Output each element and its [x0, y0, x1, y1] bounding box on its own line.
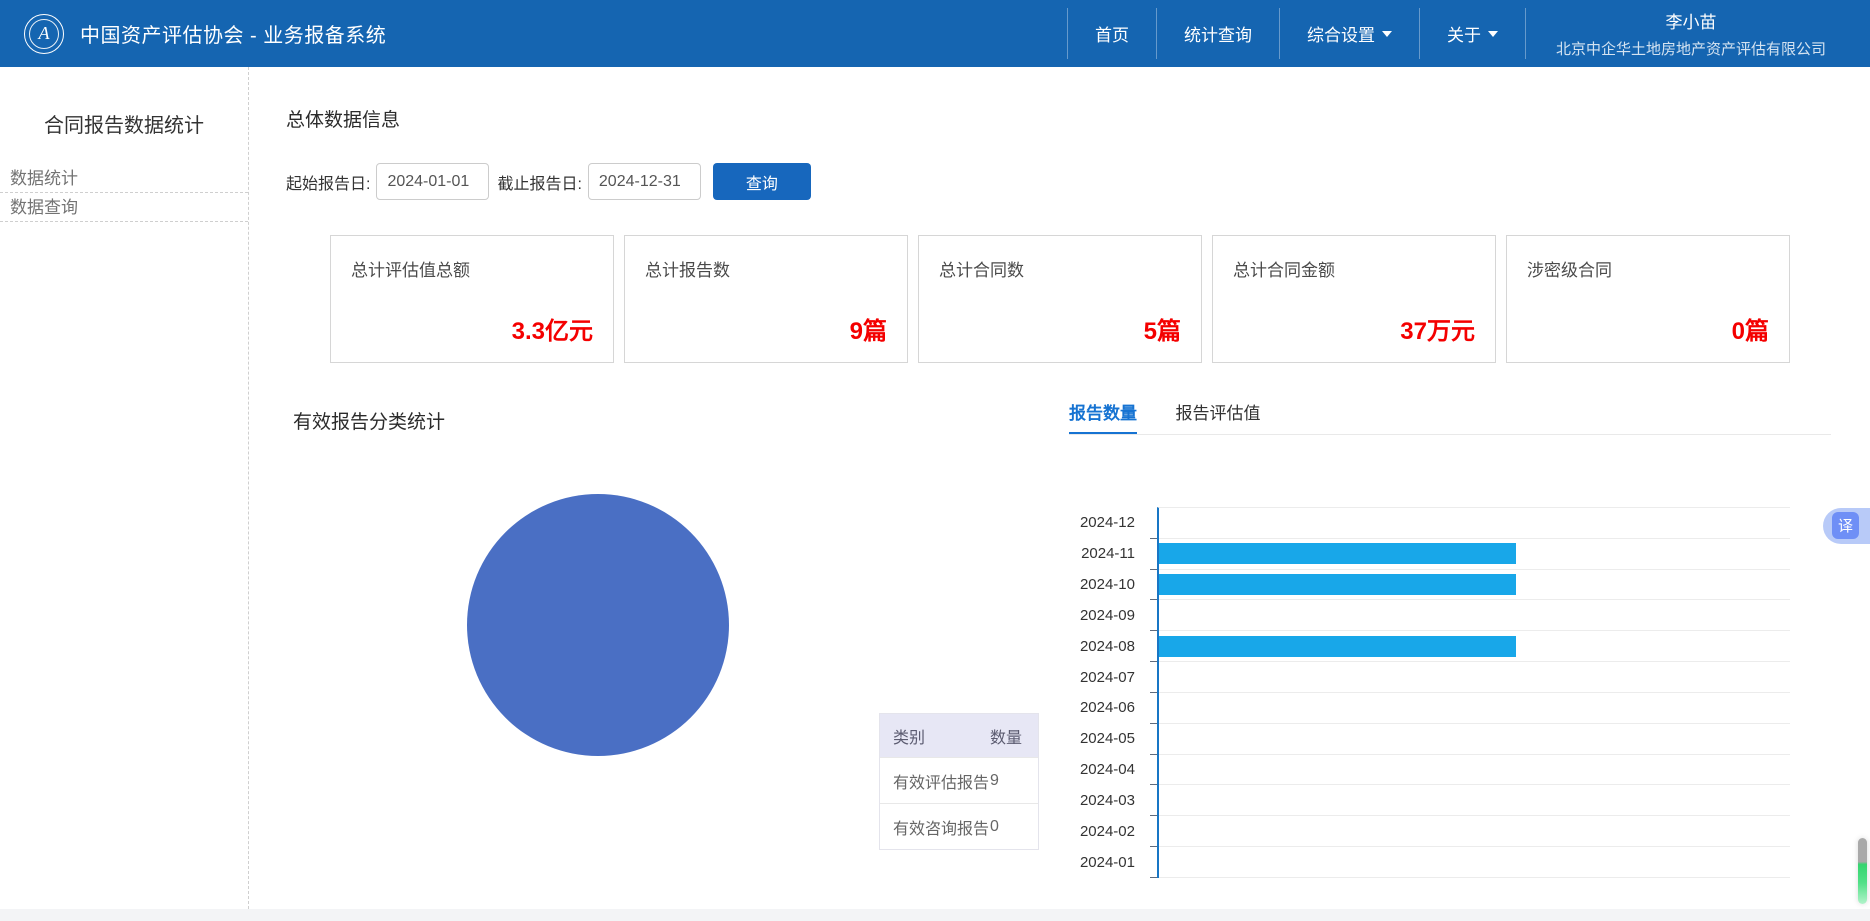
bar-category-label: 2024-03: [1079, 792, 1135, 810]
user-menu[interactable]: 李小苗 北京中企华土地房地产资产评估有限公司: [1524, 8, 1870, 59]
bar-category-label: 2024-08: [1079, 637, 1135, 655]
stat-value: 3.3亿元: [511, 318, 593, 345]
bar: [1159, 574, 1517, 596]
bar-row: [1150, 847, 1790, 878]
sidebar: 合同报告数据统计 数据统计 数据查询: [0, 67, 249, 909]
stat-value: 9篇: [849, 318, 887, 345]
caret-down-icon: [1381, 30, 1392, 37]
table-row: 有效咨询报告 0: [880, 803, 1038, 849]
tab-report-appraisal-value[interactable]: 报告评估值: [1175, 403, 1260, 434]
vertical-scrollbar-thumb[interactable]: [1858, 838, 1867, 904]
brand: A 中国资产评估协会 - 业务报备系统: [24, 13, 387, 54]
stat-card-classified-contracts: 涉密级合同 0篇: [1506, 235, 1790, 363]
nav-menu: 首页 统计查询 综合设置 关于 李小苗 北京中企华土地房地产资产评估有限公司: [1066, 8, 1870, 59]
bar-category-label: 2024-04: [1079, 761, 1135, 779]
stat-cards: 总计评估值总额 3.3亿元 总计报告数 9篇 总计合同数 5篇 总计合同金额 3…: [330, 235, 1790, 363]
translate-icon: 译: [1832, 512, 1859, 539]
nav-item-statistics-query[interactable]: 统计查询: [1155, 8, 1279, 59]
association-logo-icon: A: [24, 13, 64, 54]
bar-plot: [1150, 507, 1790, 878]
bar-category-label: 2024-05: [1079, 730, 1135, 748]
bar-row: [1150, 816, 1790, 848]
stat-card-total-appraisal-value: 总计评估值总额 3.3亿元: [330, 235, 614, 363]
date-filter-row: 起始报告日: 截止报告日: 查询: [286, 163, 811, 200]
category-table-header: 类别 数量: [880, 714, 1038, 757]
bar: [1159, 543, 1517, 565]
end-date-input[interactable]: [587, 163, 701, 200]
nav-item-general-settings[interactable]: 综合设置: [1278, 8, 1419, 59]
stat-card-total-reports: 总计报告数 9篇: [624, 235, 908, 363]
nav-item-home[interactable]: 首页: [1066, 8, 1156, 59]
nav-item-about[interactable]: 关于: [1418, 8, 1525, 59]
pie-section-heading: 有效报告分类统计: [293, 412, 446, 433]
bar-row: [1150, 662, 1790, 693]
start-date-input[interactable]: [376, 163, 490, 200]
stat-value: 5篇: [1143, 318, 1181, 345]
user-name: 李小苗: [1665, 13, 1717, 32]
start-date-label: 起始报告日:: [286, 175, 371, 193]
bar-category-label: 2024-01: [1079, 854, 1135, 872]
pie-chart-slice: [467, 494, 729, 756]
overall-data-heading: 总体数据信息: [286, 110, 401, 131]
bar-row: [1150, 600, 1790, 632]
translate-button[interactable]: 译: [1823, 508, 1870, 544]
bar-category-label: 2024-06: [1079, 699, 1135, 717]
bar-category-label: 2024-02: [1079, 823, 1135, 841]
stat-value: 37万元: [1400, 318, 1475, 345]
bar-row: [1150, 631, 1790, 663]
bar-row: [1150, 785, 1790, 817]
chart-tabs: 报告数量 报告评估值: [1069, 403, 1831, 435]
bar-row: [1150, 755, 1790, 786]
stat-card-total-contract-amount: 总计合同金额 37万元: [1212, 235, 1496, 363]
tab-report-count[interactable]: 报告数量: [1069, 403, 1137, 434]
sidebar-item-data-statistics[interactable]: 数据统计: [0, 164, 248, 193]
bar-category-label: 2024-10: [1079, 575, 1135, 593]
category-table: 类别 数量 有效评估报告 9 有效咨询报告 0: [879, 713, 1039, 850]
content-row: 合同报告数据统计 数据统计 数据查询 总体数据信息 起始报告日: 截止报告日: …: [0, 67, 1870, 909]
bar: [1159, 635, 1517, 657]
bar-row: [1150, 570, 1790, 601]
bar-row: [1150, 693, 1790, 724]
main-panel: 总体数据信息 起始报告日: 截止报告日: 查询 总计评估值总额 3.3亿元 总计…: [249, 67, 1870, 909]
app-root: A 中国资产评估协会 - 业务报备系统 首页 统计查询 综合设置 关于 李小苗 …: [0, 0, 1870, 921]
query-button[interactable]: 查询: [712, 163, 811, 200]
bar-category-label: 2024-07: [1079, 668, 1135, 686]
bar-row: [1150, 508, 1790, 539]
bar-row: [1150, 724, 1790, 755]
top-navbar: A 中国资产评估协会 - 业务报备系统 首页 统计查询 综合设置 关于 李小苗 …: [0, 0, 1870, 67]
bar-category-label: 2024-11: [1081, 544, 1135, 562]
sidebar-title: 合同报告数据统计: [44, 115, 204, 137]
stat-card-total-contracts: 总计合同数 5篇: [918, 235, 1202, 363]
bar-category-label: 2024-12: [1079, 513, 1135, 531]
bar-axis-labels: 2024-12 2024-11 2024-10 2024-09 2024-08 2024-…: [1045, 507, 1145, 878]
sidebar-item-data-query[interactable]: 数据查询: [0, 193, 248, 222]
user-company: 北京中企华土地房地产资产评估有限公司: [1555, 41, 1826, 58]
table-row: 有效评估报告 9: [880, 757, 1038, 803]
end-date-label: 截止报告日:: [497, 175, 582, 193]
stat-value: 0篇: [1731, 318, 1769, 345]
app-title: 中国资产评估协会 - 业务报备系统: [80, 25, 387, 47]
caret-down-icon: [1487, 30, 1498, 37]
bar-row: [1150, 539, 1790, 570]
bar-category-label: 2024-09: [1079, 606, 1135, 624]
